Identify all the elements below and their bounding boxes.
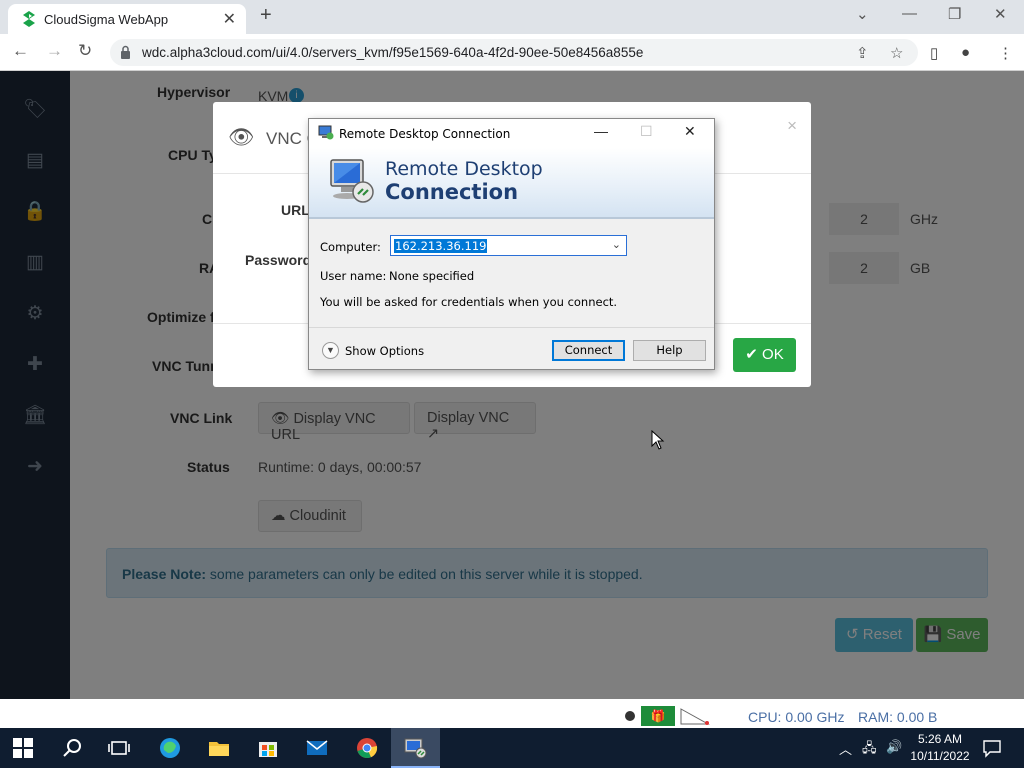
clock[interactable]: 5:26 AM 10/11/2022 [910,731,970,765]
app-statusbar: 🎁 CPU: 0.00 GHz RAM: 0.00 B [0,699,1024,728]
close-window-icon[interactable]: ✕ [994,5,1007,23]
status-ram: RAM: 0.00 B [858,709,938,725]
edge-browser-icon[interactable] [158,736,182,760]
taskbar-rdp-active[interactable] [391,728,440,768]
back-icon[interactable]: ← [12,41,29,61]
computer-label: Computer: [320,240,381,254]
bookmark-star-icon[interactable]: ☆ [890,44,903,62]
windows-start-icon[interactable] [13,738,33,758]
url-field[interactable]: wdc.alpha3cloud.com/ui/4.0/servers_kvm/f… [110,39,918,66]
restore-icon[interactable]: ❐ [948,5,961,23]
connection-dot-icon [625,711,635,721]
new-tab-icon[interactable]: + [260,4,272,27]
vnc-url-label: URL [281,202,310,218]
computer-combobox[interactable]: 162.213.36.119 ⌄ [390,235,627,256]
ruler-icon [680,708,710,725]
clock-time: 5:26 AM [917,732,963,746]
rdp-maximize-icon: ☐ [640,123,653,139]
gift-icon[interactable]: 🎁 [641,706,675,726]
volume-icon[interactable]: 🔊 [886,739,902,755]
show-hidden-icons-icon[interactable]: ︿ [839,739,852,758]
expand-chevron-icon[interactable]: ▼ [322,342,339,359]
username-value: None specified [389,269,475,283]
lock-icon [121,45,130,59]
eye-icon: 👁 [228,126,255,149]
minimize-icon[interactable]: — [902,5,917,22]
tab-search-icon[interactable]: ⌄ [856,5,869,23]
windows-taskbar: ︿ 🖧 🔊 5:26 AM 10/11/2022 [0,728,1024,768]
username-label: User name: [320,269,387,283]
mail-icon[interactable] [305,736,329,760]
computer-value: 162.213.36.119 [394,239,488,253]
forward-icon[interactable]: → [46,41,63,61]
rdp-title: Remote Desktop Connection [339,127,511,141]
tab-title: CloudSigma WebApp [44,12,169,27]
network-icon[interactable]: 🖧 [862,739,877,761]
reload-icon[interactable]: ↻ [78,41,92,61]
profile-avatar-icon[interactable]: ● [961,44,970,61]
check-icon: ✔ [745,346,758,363]
microsoft-store-icon[interactable] [256,736,280,760]
rdp-app-icon [318,125,334,140]
ok-button[interactable]: ✔ OK [733,338,796,372]
rdp-minimize-icon[interactable]: — [594,123,608,139]
browser-tab[interactable]: CloudSigma WebApp ✕ [8,4,246,34]
divider [309,327,714,328]
rdp-banner: Remote Desktop Connection [309,148,714,219]
notification-icon[interactable] [982,738,1002,758]
rdp-window: Remote Desktop Connection — ☐ ✕ Remote D… [308,118,715,370]
cloudsigma-logo-icon [23,11,35,27]
side-panel-icon[interactable]: ▯ [930,44,938,62]
clock-date: 10/11/2022 [910,749,970,763]
connect-button[interactable]: Connect [552,340,625,361]
browser-menu-icon[interactable]: ⋮ [998,44,1013,62]
browser-tab-strip: CloudSigma WebApp ✕ + ⌄ — ❐ ✕ [0,0,1024,34]
rdp-heading-line1: Remote Desktop [385,158,543,180]
task-view-icon[interactable] [107,736,131,760]
rdp-monitor-logo-icon [330,159,374,203]
close-icon[interactable]: × [787,116,797,136]
credentials-info: You will be asked for credentials when y… [320,295,618,309]
address-toolbar: ← → ↻ wdc.alpha3cloud.com/ui/4.0/servers… [0,34,1024,71]
chevron-down-icon[interactable]: ⌄ [612,238,621,251]
ok-label: OK [762,346,784,363]
tab-close-icon[interactable]: ✕ [223,9,236,29]
help-button[interactable]: Help [633,340,706,361]
chrome-icon[interactable] [355,736,379,760]
remote-desktop-icon [404,738,427,759]
url-text: wdc.alpha3cloud.com/ui/4.0/servers_kvm/f… [142,45,644,60]
vnc-password-label: Password [245,252,312,268]
search-icon[interactable] [61,736,85,760]
status-cpu: CPU: 0.00 GHz [748,709,845,725]
share-icon[interactable]: ⇪ [856,44,869,62]
show-options-link[interactable]: Show Options [345,344,424,358]
rdp-titlebar[interactable]: Remote Desktop Connection — ☐ ✕ [309,119,714,148]
rdp-heading-line2: Connection [385,180,519,204]
file-explorer-icon[interactable] [207,736,231,760]
rdp-close-icon[interactable]: ✕ [684,123,696,140]
mouse-cursor-icon [651,430,665,450]
